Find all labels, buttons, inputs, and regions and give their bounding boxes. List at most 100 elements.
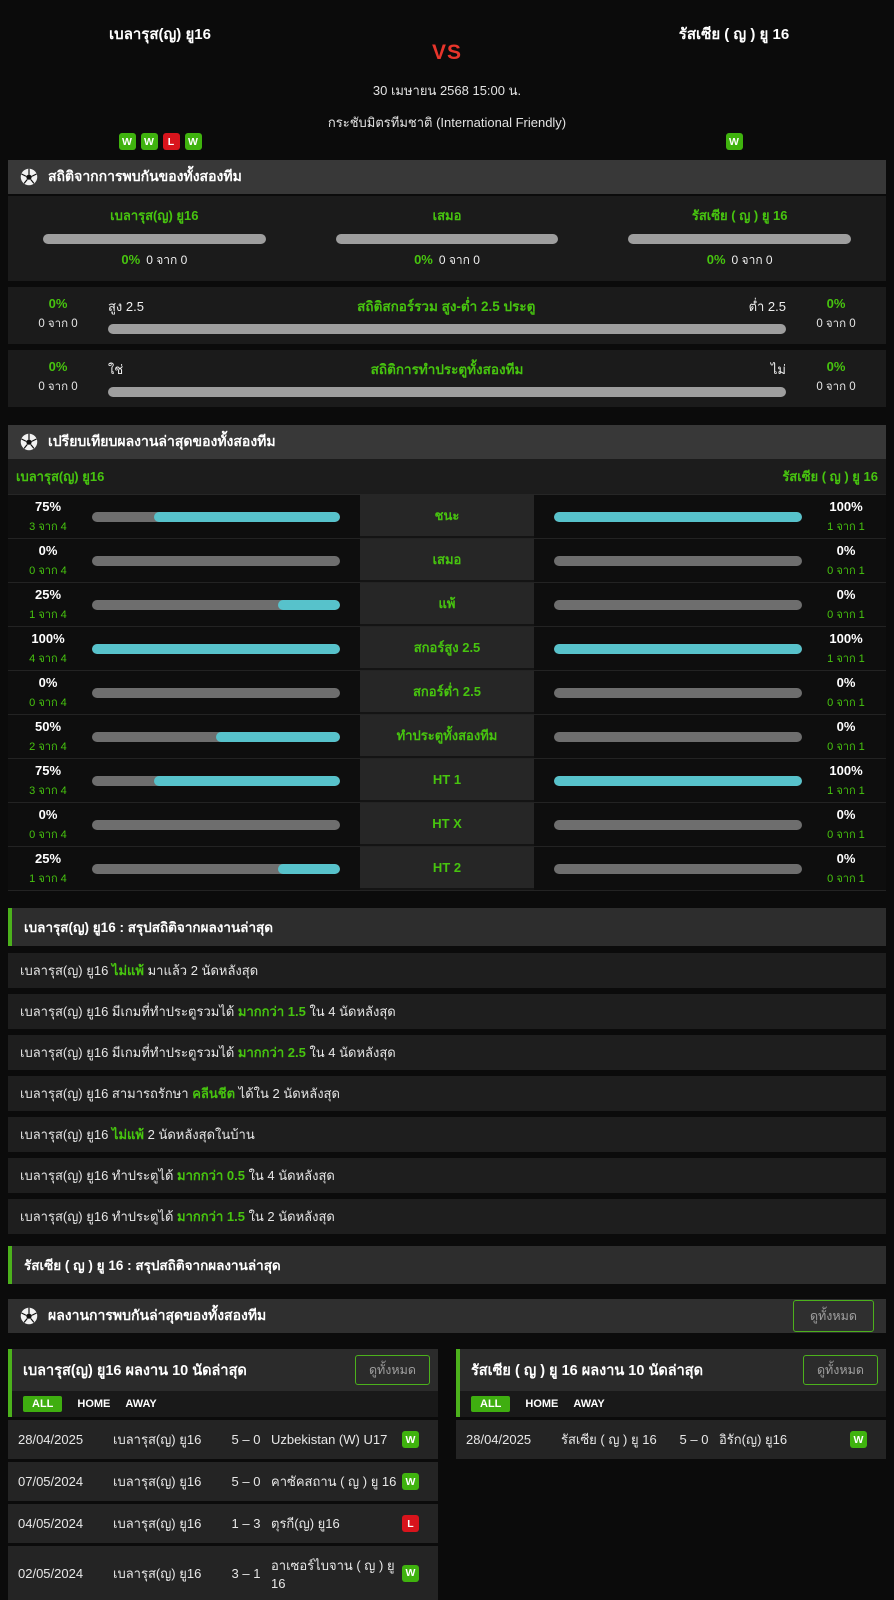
away-progress-bar bbox=[554, 732, 802, 742]
comparison-row: 50% 2 จาก 4 ทำประตูทั้งสองทีม 0% 0 จาก 1 bbox=[8, 715, 886, 759]
home-percent: 75% bbox=[8, 499, 88, 514]
home-progress-fill bbox=[216, 732, 340, 742]
away-count: 0 จาก 1 bbox=[806, 825, 886, 843]
home-count: 1 จาก 4 bbox=[8, 605, 88, 623]
view-all-button[interactable]: ดูทั้งหมด bbox=[355, 1355, 430, 1385]
summary-item: เบลารุส(ญ) ยู16 ทำประตูได้ มากกว่า 0.5 ใ… bbox=[8, 1158, 886, 1193]
away-progress-fill bbox=[554, 512, 802, 522]
home-team-name: เบลารุส(ญ) ยู16 bbox=[109, 22, 211, 46]
match-row[interactable]: 28/04/2025 เบลารุส(ญ) ยู16 5 – 0 Uzbekis… bbox=[8, 1420, 438, 1459]
form-result-badge-w: W bbox=[185, 133, 202, 150]
home-progress-bar bbox=[92, 644, 340, 654]
vs-label: VS bbox=[320, 41, 574, 65]
match-home-team: เบลารุส(ญ) ยู16 bbox=[113, 1429, 221, 1450]
home-count: 0 จาก 4 bbox=[8, 693, 88, 711]
table-title: เบลารุส(ญ) ยู16 ผลงาน 10 นัดล่าสุด bbox=[23, 1359, 247, 1382]
away-count: 0 จาก 1 bbox=[806, 561, 886, 579]
h2h-count: 0 จาก 0 bbox=[146, 253, 187, 267]
away-progress-bar bbox=[554, 776, 802, 786]
home-team-block: เบลารุส(ญ) ยู16 WWLW bbox=[0, 16, 320, 150]
match-date: 02/05/2024 bbox=[18, 1566, 113, 1581]
home-progress-bar bbox=[92, 600, 340, 610]
away-percent: 100% bbox=[806, 631, 886, 646]
away-percent: 0% bbox=[806, 587, 886, 602]
match-result-badge: W bbox=[402, 1473, 419, 1490]
filter-tab-all[interactable]: ALL bbox=[23, 1396, 62, 1412]
match-row[interactable]: 02/05/2024 เบลารุส(ญ) ยู16 3 – 1 อาเซอร์… bbox=[8, 1546, 438, 1600]
recent-results-table: เบลารุส(ญ) ยู16 ผลงาน 10 นัดล่าสุด ดูทั้… bbox=[8, 1349, 438, 1600]
home-percent: 25% bbox=[8, 587, 88, 602]
home-count: 3 จาก 4 bbox=[8, 781, 88, 799]
h2h-count: 0 จาก 0 bbox=[439, 253, 480, 267]
comparison-row-label: ชนะ bbox=[360, 495, 534, 538]
view-all-button[interactable]: ดูทั้งหมด bbox=[803, 1355, 878, 1385]
comparison-row: 25% 1 จาก 4 แพ้ 0% 0 จาก 1 bbox=[8, 583, 886, 627]
comparison-row: 25% 1 จาก 4 HT 2 0% 0 จาก 1 bbox=[8, 847, 886, 891]
filter-tab-all[interactable]: ALL bbox=[471, 1396, 510, 1412]
match-home-team: เบลารุส(ญ) ยู16 bbox=[113, 1563, 221, 1584]
h2h-column-label: เสมอ bbox=[301, 205, 594, 226]
view-all-button[interactable]: ดูทั้งหมด bbox=[793, 1300, 874, 1332]
away-count: 0 จาก 1 bbox=[806, 737, 886, 755]
away-count: 1 จาก 1 bbox=[806, 649, 886, 667]
match-away-team: ตุรกี(ญ) ยู16 bbox=[271, 1513, 402, 1534]
away-progress-bar bbox=[554, 820, 802, 830]
stat-row-title: สถิติการทำประตูทั้งสองทีม bbox=[371, 358, 524, 380]
summary-highlight: มากกว่า 1.5 bbox=[177, 1209, 245, 1224]
filter-tab-away[interactable]: AWAY bbox=[125, 1398, 156, 1410]
h2h-percent: 0% bbox=[707, 252, 726, 267]
comparison-row: 75% 3 จาก 4 HT 1 100% 1 จาก 1 bbox=[8, 759, 886, 803]
away-team-block: รัสเซีย ( ญ ) ยู 16 W bbox=[574, 16, 894, 150]
home-progress-bar bbox=[92, 688, 340, 698]
home-summary-items: เบลารุส(ญ) ยู16 ไม่แพ้ มาแล้ว 2 นัดหลังส… bbox=[0, 953, 894, 1234]
match-score: 5 – 0 bbox=[221, 1474, 271, 1489]
h2h-overview-card: เบลารุส(ญ) ยู16 0%0 จาก 0 เสมอ 0%0 จาก 0… bbox=[8, 196, 886, 281]
h2h-stat-row: 0% 0 จาก 0 ใช่ สถิติการทำประตูทั้งสองทีม… bbox=[8, 350, 886, 407]
away-progress-bar bbox=[554, 512, 802, 522]
home-count: 0 จาก 4 bbox=[8, 825, 88, 843]
match-row[interactable]: 28/04/2025 รัสเซีย ( ญ ) ยู 16 5 – 0 อิร… bbox=[456, 1420, 886, 1459]
section-comparison-header: เปรียบเทียบผลงานล่าสุดของทั้งสองทีม bbox=[8, 425, 886, 459]
away-count: 0 จาก 1 bbox=[806, 869, 886, 887]
stat-progress-bar bbox=[108, 324, 786, 334]
home-count: 3 จาก 4 bbox=[8, 517, 88, 535]
h2h-progress-bar bbox=[43, 234, 265, 244]
section-title: สถิติจากการพบกันของทั้งสองทีม bbox=[48, 166, 242, 188]
h2h-progress-bar bbox=[336, 234, 558, 244]
filter-tab-away[interactable]: AWAY bbox=[573, 1398, 604, 1410]
soccer-ball-icon bbox=[20, 433, 38, 451]
comparison-row-label: เสมอ bbox=[360, 539, 534, 582]
home-progress-bar bbox=[92, 820, 340, 830]
match-row[interactable]: 07/05/2024 เบลารุส(ญ) ยู16 5 – 0 คาซัคสถ… bbox=[8, 1462, 438, 1501]
match-away-team: คาซัคสถาน ( ญ ) ยู 16 bbox=[271, 1471, 402, 1492]
away-percent: 0% bbox=[806, 675, 886, 690]
filter-tab-home[interactable]: HOME bbox=[77, 1398, 110, 1410]
table-filter-tabs: ALL HOME AWAY bbox=[460, 1391, 886, 1417]
home-progress-bar bbox=[92, 556, 340, 566]
filter-tab-home[interactable]: HOME bbox=[525, 1398, 558, 1410]
away-form-badges: W bbox=[726, 133, 743, 150]
stat-progress-bar bbox=[108, 387, 786, 397]
comparison-row-label: HT X bbox=[360, 803, 534, 846]
away-percent: 100% bbox=[806, 499, 886, 514]
h2h-count: 0 จาก 0 bbox=[732, 253, 773, 267]
table-filter-tabs: ALL HOME AWAY bbox=[12, 1391, 438, 1417]
left-percent: 0% bbox=[8, 296, 108, 311]
h2h-column: เสมอ 0%0 จาก 0 bbox=[301, 205, 594, 270]
summary-highlight: มากกว่า 1.5 bbox=[238, 1004, 306, 1019]
match-header: เบลารุส(ญ) ยู16 WWLW VS 30 เมษายน 2568 1… bbox=[0, 0, 894, 160]
right-percent: 0% bbox=[786, 359, 886, 374]
comparison-row-label: แพ้ bbox=[360, 583, 534, 626]
comparison-rows: 75% 3 จาก 4 ชนะ 100% 1 จาก 1 0% 0 จาก 4 … bbox=[8, 495, 886, 891]
match-row[interactable]: 04/05/2024 เบลารุส(ญ) ยู16 1 – 3 ตุรกี(ญ… bbox=[8, 1504, 438, 1543]
match-home-team: เบลารุส(ญ) ยู16 bbox=[113, 1471, 221, 1492]
right-count: 0 จาก 0 bbox=[786, 378, 886, 396]
home-progress-fill bbox=[154, 512, 340, 522]
right-option-label: ไม่ bbox=[771, 359, 786, 380]
section-h2h-results-header: ผลงานการพบกันล่าสุดของทั้งสองทีม ดูทั้งห… bbox=[8, 1299, 886, 1333]
away-progress-bar bbox=[554, 644, 802, 654]
match-home-team: เบลารุส(ญ) ยู16 bbox=[113, 1513, 221, 1534]
soccer-ball-icon bbox=[20, 1307, 38, 1325]
left-option-label: ใช่ bbox=[108, 359, 123, 380]
away-count: 0 จาก 1 bbox=[806, 693, 886, 711]
